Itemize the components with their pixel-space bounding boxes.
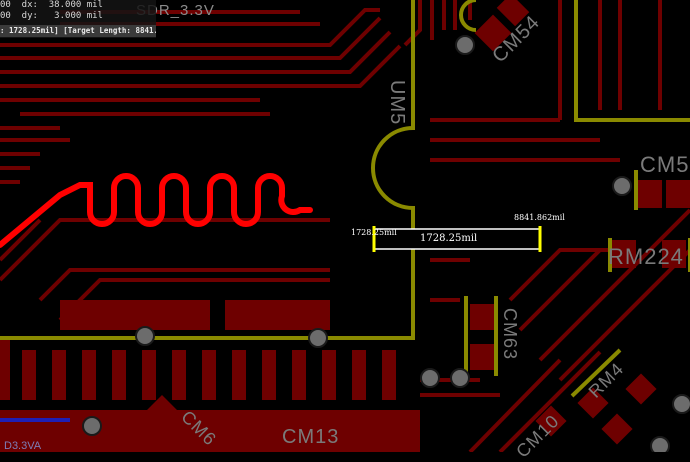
bottom-net-label: D3.3VA [4, 440, 42, 452]
label-rm224: RM224 [608, 244, 684, 269]
ruler-length-label: 1728.25mil [420, 233, 478, 244]
hud-length-status: : 1728.25mil] [Target Length: 8841.862mi… [0, 25, 156, 37]
label-um5: UM5 [386, 80, 408, 126]
hud-dy: 00 dy: 3.000 mil [0, 11, 103, 21]
heads-up-display: 00 dx: 38.000 mil 00 dy: 3.000 mil : 172… [0, 0, 156, 38]
label-cm13: CM13 [282, 426, 340, 448]
hud-dx: 00 dx: 38.000 mil [0, 0, 103, 10]
bottom-trace-blue [0, 418, 70, 422]
ruler-start-label: 1728.25mil [351, 228, 397, 237]
ruler-target-label: 8841.862mil [514, 213, 565, 222]
label-cm5: CM5 [640, 152, 690, 177]
label-cm63: CM63 [500, 308, 520, 361]
